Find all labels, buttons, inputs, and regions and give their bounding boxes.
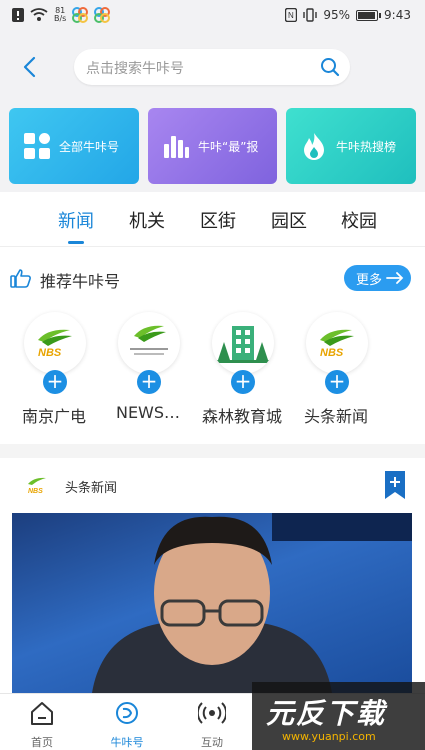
broadcast-icon bbox=[196, 702, 228, 724]
follow-button[interactable]: + bbox=[231, 370, 255, 394]
account-name: NEWS… bbox=[115, 403, 181, 422]
tab-campus[interactable]: 校园 bbox=[341, 207, 377, 233]
tab-news[interactable]: 新闻 bbox=[58, 207, 94, 233]
tabbar-label: 首页 bbox=[31, 736, 53, 749]
account-name: 森林教育城 bbox=[201, 407, 282, 426]
news-source: 头条新闻 bbox=[65, 481, 118, 496]
app-badge-icon bbox=[72, 7, 89, 23]
network-speed-unit: B/s bbox=[54, 14, 67, 23]
home-icon bbox=[31, 702, 53, 725]
account-name: 南京广电 bbox=[21, 407, 86, 426]
battery-percent: 95% bbox=[323, 8, 351, 22]
watermark-text: 元反下载 bbox=[266, 697, 387, 730]
account-avatar bbox=[118, 312, 180, 374]
watermark-url: www.yuanpi.com bbox=[282, 730, 376, 743]
status-right: N 95% 9:43 bbox=[285, 8, 411, 22]
news-photo-person bbox=[92, 513, 412, 693]
svg-text:NBS: NBS bbox=[38, 347, 62, 359]
category-tabs: 新闻 机关 区街 园区 校园 bbox=[0, 192, 425, 247]
chevron-left-icon bbox=[23, 56, 36, 78]
account-avatar: NBS bbox=[306, 312, 368, 374]
section-divider bbox=[0, 444, 425, 458]
tabbar-niuka[interactable]: 牛咔号 bbox=[87, 700, 167, 749]
account-avatar: NBS bbox=[24, 312, 86, 374]
notification-icon bbox=[12, 8, 24, 22]
feature-tiles: 全部牛咔号 牛咔“最”报 牛咔热搜榜 bbox=[0, 102, 425, 192]
tab-districts[interactable]: 区街 bbox=[200, 207, 236, 233]
nbs-logo-icon: NBS bbox=[28, 477, 46, 495]
news-card-header: NBS 头条新闻 bbox=[0, 465, 425, 505]
recommend-title: 推荐牛咔号 bbox=[40, 272, 121, 291]
more-button[interactable]: 更多 bbox=[344, 265, 411, 291]
grid-icon bbox=[24, 133, 50, 159]
nbs-logo-icon: NBS bbox=[320, 329, 354, 359]
tabbar-home[interactable]: 首页 bbox=[2, 700, 82, 749]
account-name: 头条新闻 bbox=[303, 407, 368, 426]
follow-button[interactable]: + bbox=[137, 370, 161, 394]
battery-icon bbox=[356, 9, 382, 21]
svg-text:N: N bbox=[288, 11, 294, 20]
account-avatar bbox=[212, 312, 274, 374]
tabbar-interact[interactable]: 互动 bbox=[172, 700, 252, 749]
network-speed: 81 B/s bbox=[54, 7, 66, 23]
back-button[interactable] bbox=[16, 52, 44, 82]
flame-icon bbox=[304, 133, 324, 160]
nfc-icon: N bbox=[285, 8, 298, 22]
tab-agencies[interactable]: 机关 bbox=[129, 207, 165, 233]
bar-chart-icon bbox=[164, 136, 189, 158]
wifi-icon bbox=[30, 8, 48, 21]
thumbs-up-icon bbox=[10, 269, 31, 288]
svg-text:NBS: NBS bbox=[28, 488, 43, 495]
vibrate-icon bbox=[303, 8, 318, 22]
building-icon bbox=[216, 326, 270, 363]
header: 点击搜索牛咔号 bbox=[0, 32, 425, 102]
follow-button[interactable]: + bbox=[43, 370, 67, 394]
nbs-logo-icon bbox=[130, 325, 168, 355]
more-label: 更多 bbox=[356, 272, 383, 288]
search-placeholder: 点击搜索牛咔号 bbox=[86, 61, 184, 77]
tabbar-label: 互动 bbox=[201, 736, 223, 749]
arrow-right-icon bbox=[386, 272, 404, 284]
news-image[interactable] bbox=[12, 513, 412, 693]
tab-parks[interactable]: 园区 bbox=[271, 207, 307, 233]
svg-text:NBS: NBS bbox=[320, 347, 344, 359]
follow-button[interactable]: + bbox=[325, 370, 349, 394]
tile-all-accounts[interactable]: 全部牛咔号 bbox=[9, 108, 139, 184]
status-left: 81 B/s bbox=[12, 7, 111, 23]
tile-label: 牛咔热搜榜 bbox=[336, 139, 397, 154]
clock: 9:43 bbox=[384, 8, 411, 22]
tile-label: 牛咔“最”报 bbox=[198, 139, 259, 154]
watermark-logo: 元反下载 www.yuanpi.com bbox=[252, 682, 425, 750]
nbs-logo-icon: NBS bbox=[38, 329, 72, 359]
status-bar: 81 B/s N 95% 9:43 bbox=[0, 0, 425, 32]
recommend-list: NBS + 南京广电 + NEWS… + 森林教育城 NBS + 头条新闻 + … bbox=[0, 310, 425, 440]
app-badge-icon bbox=[94, 7, 111, 23]
bookmark-add-icon[interactable] bbox=[385, 471, 405, 499]
search-input[interactable]: 点击搜索牛咔号 bbox=[74, 49, 350, 85]
tabbar-label: 牛咔号 bbox=[110, 736, 144, 749]
recommend-header: 推荐牛咔号 更多 bbox=[0, 258, 425, 298]
active-tab-indicator bbox=[68, 241, 84, 244]
tile-label: 全部牛咔号 bbox=[59, 139, 120, 154]
niuka-icon bbox=[116, 702, 138, 724]
tile-top-report[interactable]: 牛咔“最”报 bbox=[148, 108, 277, 184]
tile-hot-search[interactable]: 牛咔热搜榜 bbox=[286, 108, 416, 184]
search-icon[interactable] bbox=[320, 57, 340, 77]
battery-level bbox=[358, 11, 376, 19]
